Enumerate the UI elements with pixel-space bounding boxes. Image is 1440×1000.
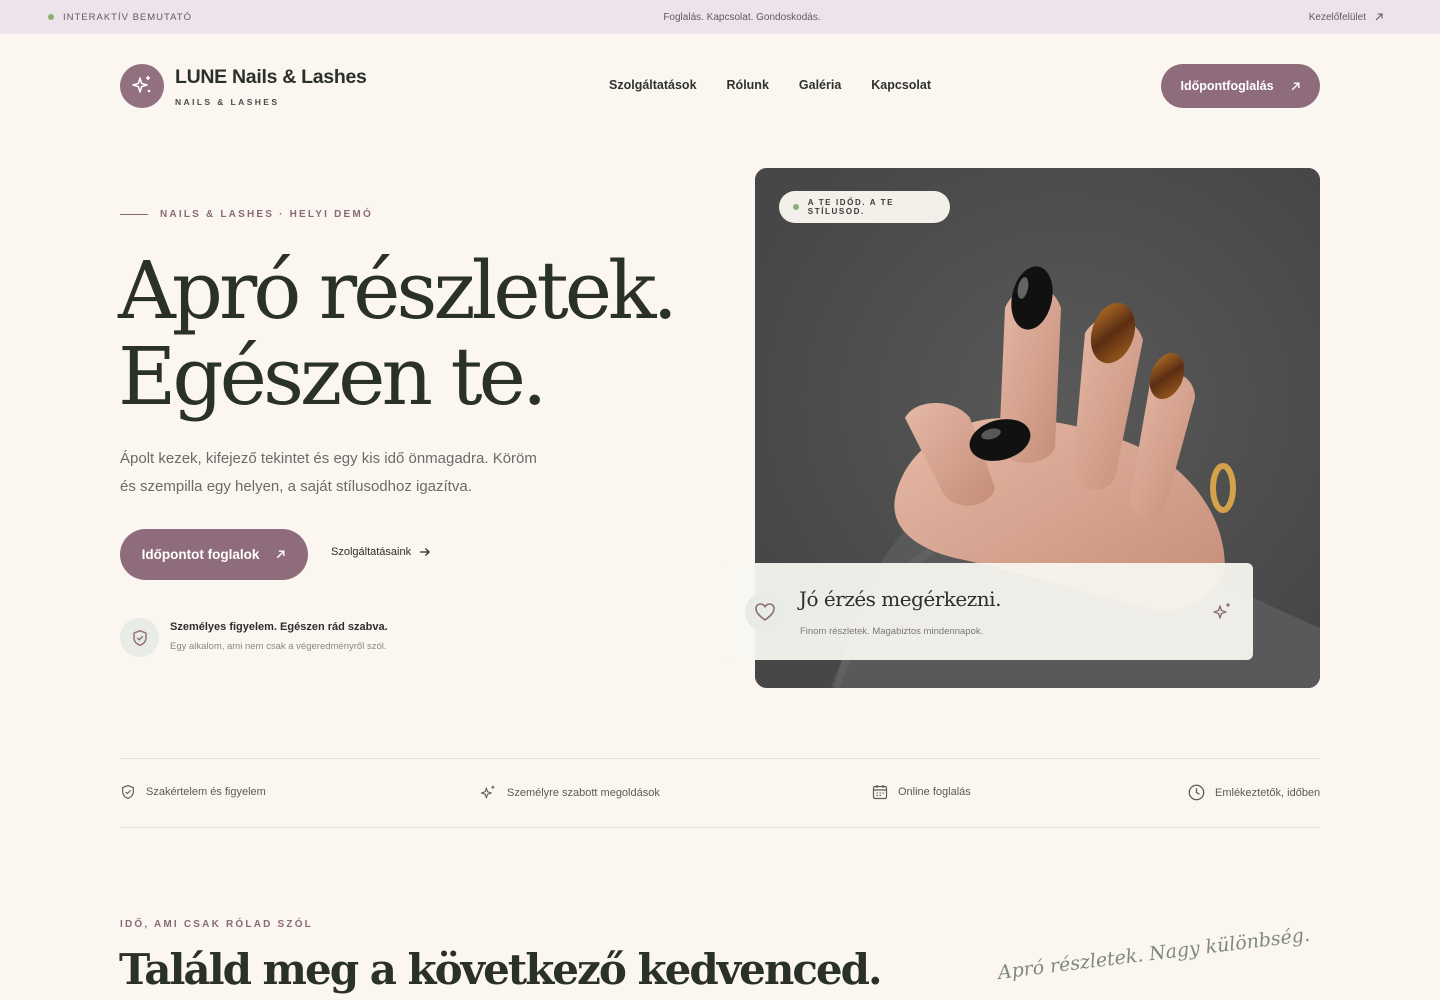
photo-tagline-badge: A TE IDŐD. A TE STÍLUSOD. bbox=[779, 191, 950, 223]
sparkle-icon bbox=[132, 76, 151, 93]
hero-title-line-1: Apró részletek. bbox=[118, 244, 678, 337]
header-booking-label: Időpontfoglalás bbox=[1180, 79, 1274, 93]
feature-online-booking: Online foglalás bbox=[872, 784, 971, 800]
calendar-icon bbox=[872, 785, 888, 800]
shield-check-icon bbox=[122, 785, 134, 800]
admin-link[interactable]: Kezelőfelület bbox=[1309, 0, 1384, 34]
arrow-right-icon bbox=[420, 548, 431, 556]
feature-reminders: Emlékeztetők, időben bbox=[1188, 784, 1320, 801]
card-title: Jó érzés megérkezni. bbox=[799, 587, 1001, 611]
feature-label: Online foglalás bbox=[898, 786, 971, 798]
arrow-up-right-icon bbox=[277, 550, 285, 559]
card-subtitle: Finom részletek. Magabiztos mindennapok. bbox=[800, 626, 984, 637]
trust-badge bbox=[120, 618, 159, 657]
hero-booking-label: Időpontot foglalok bbox=[141, 547, 260, 562]
hero-booking-button[interactable]: Időpontot foglalok bbox=[120, 529, 308, 580]
status-dot bbox=[793, 204, 799, 210]
handwritten-quote: Apró részletek. Nagy különbség. bbox=[996, 923, 1312, 984]
heart-icon bbox=[755, 603, 775, 621]
photo-overlay-card bbox=[724, 563, 1253, 660]
logo-mark[interactable] bbox=[120, 64, 164, 108]
sparkle-icon bbox=[480, 785, 495, 799]
feature-expertise: Szakértelem és figyelem bbox=[120, 784, 266, 800]
section-title: Találd meg a következő kedvenced. bbox=[119, 945, 883, 994]
photo-tagline: A TE IDŐD. A TE STÍLUSOD. bbox=[807, 198, 895, 216]
nav-item-gallery[interactable]: Galéria bbox=[799, 78, 841, 92]
sparkle-icon bbox=[1213, 603, 1230, 619]
brand-name[interactable]: LUNE Nails & Lashes bbox=[175, 66, 367, 89]
clock-icon bbox=[1188, 784, 1205, 801]
nav-item-contact[interactable]: Kapcsolat bbox=[871, 78, 931, 92]
top-announcement-bar: INTERAKTÍV BEMUTATÓ Foglalás. Kapcsolat.… bbox=[0, 0, 1440, 34]
main-nav: Szolgáltatások Rólunk Galéria Kapcsolat bbox=[609, 78, 931, 92]
arrow-up-right-icon bbox=[1375, 13, 1383, 21]
feature-label: Emlékeztetők, időben bbox=[1215, 786, 1321, 799]
nav-item-about[interactable]: Rólunk bbox=[727, 78, 769, 92]
trust-title: Személyes figyelem. Egészen rád szabva. bbox=[170, 621, 388, 633]
eyebrow-divider bbox=[120, 214, 148, 215]
divider-top bbox=[120, 758, 1320, 759]
section-eyebrow: IDŐ, AMI CSAK RÓLAD SZÓL bbox=[120, 919, 313, 930]
hero-eyebrow-label: NAILS & LASHES · HELYI DEMÓ bbox=[160, 209, 373, 220]
shield-check-icon bbox=[132, 629, 147, 646]
trust-subtitle: Egy alkalom, ami nem csak a végeredményr… bbox=[170, 641, 387, 652]
feature-personalized: Személyre szabott megoldások bbox=[479, 784, 660, 802]
divider-bottom bbox=[120, 827, 1320, 828]
hero-description: Ápolt kezek, kifejező tekintet és egy ki… bbox=[120, 450, 537, 495]
feature-label: Szakértelem és figyelem bbox=[146, 786, 266, 798]
nav-item-services[interactable]: Szolgáltatások bbox=[609, 78, 697, 92]
topbar-tagline: Foglalás. Kapcsolat. Gondoskodás. bbox=[663, 12, 821, 23]
services-link-label: Szolgáltatásaink bbox=[331, 546, 412, 558]
arrow-up-right-icon bbox=[1291, 81, 1300, 90]
hero-title: Apró részletek. Egészen te. bbox=[118, 248, 718, 420]
feature-label: Személyre szabott megoldások bbox=[507, 787, 660, 799]
hero-eyebrow: NAILS & LASHES · HELYI DEMÓ bbox=[120, 209, 373, 220]
admin-link-label: Kezelőfelület bbox=[1308, 11, 1366, 23]
brand-subtitle: NAILS & LASHES bbox=[175, 97, 280, 107]
hero-title-line-2: Egészen te. bbox=[118, 330, 547, 423]
card-heart-badge bbox=[745, 592, 785, 632]
services-link[interactable]: Szolgáltatásaink bbox=[331, 546, 431, 558]
header-booking-button[interactable]: Időpontfoglalás bbox=[1161, 64, 1320, 108]
